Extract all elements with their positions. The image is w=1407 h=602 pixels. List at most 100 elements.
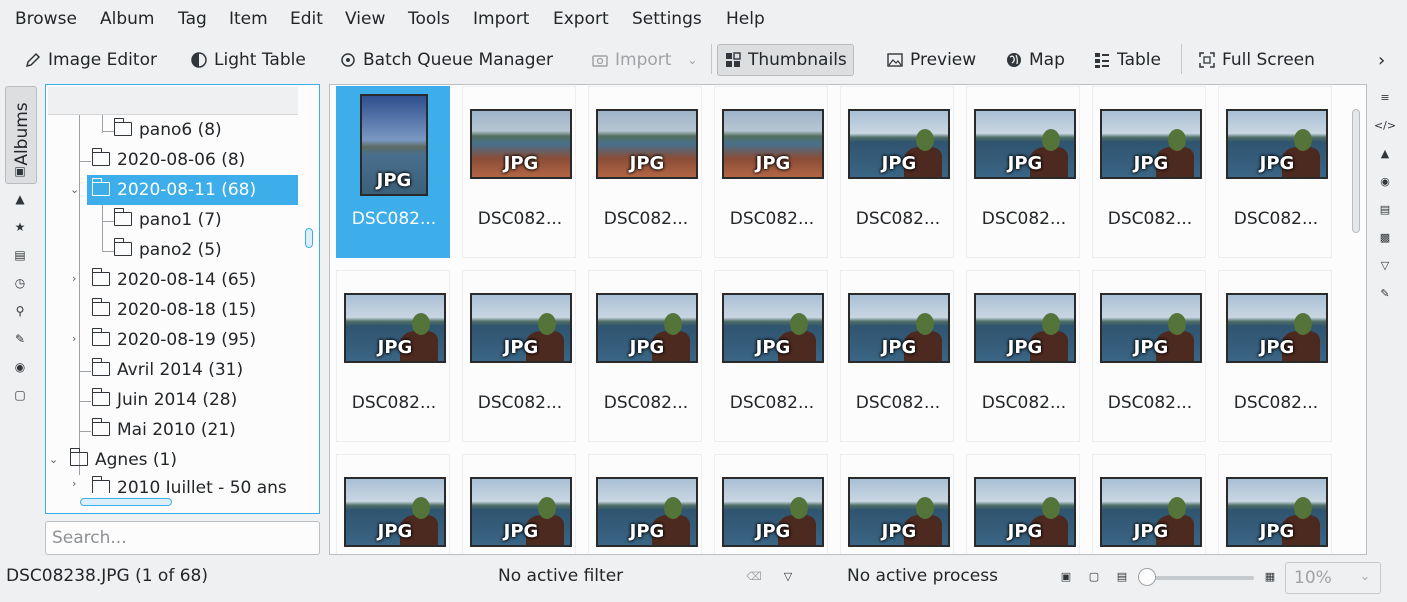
thumbnail-item[interactable]: JPG DSC082...: [1092, 270, 1206, 442]
thumbnails-button[interactable]: Thumbnails: [717, 44, 854, 76]
thumbnail-item[interactable]: JPG DSC082...: [336, 270, 450, 442]
menu-export[interactable]: Export: [553, 9, 609, 29]
search-icon[interactable]: ⚲: [13, 304, 27, 318]
light-table-button[interactable]: Light Table: [184, 44, 312, 76]
captions-icon[interactable]: ▤: [1378, 202, 1392, 216]
batch-queue-manager-button[interactable]: Batch Queue Manager: [333, 44, 559, 76]
tree-item-pano2[interactable]: pano2 (5): [113, 235, 222, 265]
zoom-actual-icon[interactable]: ▢: [1087, 569, 1101, 583]
chevron-right-icon[interactable]: ›: [72, 272, 76, 285]
thumbnail-item[interactable]: JPG DSC082...: [714, 86, 828, 258]
thumbnail-item[interactable]: JPG: [714, 454, 828, 554]
star-icon[interactable]: ★: [13, 220, 27, 234]
tools-icon[interactable]: ✎: [1378, 286, 1392, 300]
menu-album[interactable]: Album: [100, 9, 154, 29]
fuzzy-search-icon[interactable]: ✎: [13, 332, 27, 346]
thumbnail-item[interactable]: JPG: [840, 454, 954, 554]
thumbnail-item[interactable]: JPG DSC082...: [1218, 86, 1332, 258]
thumbnail-item[interactable]: JPG DSC082...: [588, 270, 702, 442]
filter-icon[interactable]: ▽: [781, 569, 795, 583]
menu-tools[interactable]: Tools: [408, 9, 450, 29]
properties-icon[interactable]: ≡: [1378, 90, 1392, 104]
thumbnail-item[interactable]: JPG DSC082...: [966, 270, 1080, 442]
labels-icon[interactable]: ▤: [13, 248, 27, 262]
tree-item-2020-08-14[interactable]: 2020-08-14 (65): [91, 265, 256, 295]
zoom-slider-handle[interactable]: [1138, 568, 1156, 586]
chevron-right-icon[interactable]: ›: [72, 332, 76, 345]
table-button[interactable]: Table: [1087, 44, 1167, 76]
tree-item-avril-2014[interactable]: Avril 2014 (31): [91, 355, 243, 385]
metadata-icon[interactable]: </>: [1374, 118, 1396, 132]
tree-item-2020-08-06[interactable]: 2020-08-06 (8): [91, 145, 245, 175]
zoom-level-select[interactable]: 10% ⌄: [1285, 562, 1381, 594]
menu-edit[interactable]: Edit: [290, 9, 323, 29]
tree-horizontal-scrollbar[interactable]: [80, 498, 172, 506]
tree-item-pano6[interactable]: pano6 (8): [113, 115, 222, 145]
thumbnail-item[interactable]: JPG: [966, 454, 1080, 554]
zoom-slider-track[interactable]: [1146, 576, 1254, 580]
thumbnail-item[interactable]: JPG DSC082...: [462, 270, 576, 442]
tree-item-juin-2014[interactable]: Juin 2014 (28): [91, 385, 238, 415]
zoom-in-icon[interactable]: ▦: [1263, 569, 1277, 583]
zoom-fit-icon[interactable]: ▣: [1059, 569, 1073, 583]
thumbnail-item[interactable]: JPG DSC082...: [1092, 86, 1206, 258]
tree-item-2020-08-18[interactable]: 2020-08-18 (15): [91, 295, 256, 325]
timeline-icon[interactable]: ◷: [13, 276, 27, 290]
menu-item[interactable]: Item: [229, 9, 268, 29]
chevron-down-icon[interactable]: ⌄: [49, 453, 58, 466]
tree-item-2010-juillet[interactable]: 2010 Juillet - 50 ans: [91, 473, 287, 493]
thumbnail-item[interactable]: JPG DSC082...: [1218, 270, 1332, 442]
thumbnail-filename: DSC082...: [981, 393, 1067, 413]
thumbnail-item[interactable]: JPG DSC082...: [336, 86, 450, 258]
album-search-input[interactable]: [45, 521, 320, 555]
toolbar-overflow-button[interactable]: ›: [1372, 44, 1391, 76]
thumbnail-item[interactable]: JPG DSC082...: [462, 86, 576, 258]
colors-icon[interactable]: ▲: [1378, 146, 1392, 160]
thumbnail-item[interactable]: JPG DSC082...: [588, 86, 702, 258]
people-icon[interactable]: ▢: [13, 388, 27, 402]
thumbnail-item[interactable]: JPG: [336, 454, 450, 554]
tree-item-2020-08-19[interactable]: 2020-08-19 (95): [91, 325, 256, 355]
menu-browse[interactable]: Browse: [15, 9, 77, 29]
menu-tag[interactable]: Tag: [178, 9, 207, 29]
thumbnail-filename: DSC082...: [351, 393, 437, 413]
filter-icon[interactable]: ▽: [1378, 258, 1392, 272]
tree-guide: [102, 221, 114, 222]
menu-import[interactable]: Import: [473, 9, 529, 29]
menu-help[interactable]: Help: [726, 9, 765, 29]
tag-icon[interactable]: ▲: [13, 192, 27, 206]
globe-icon[interactable]: ◉: [1378, 174, 1392, 188]
map-button[interactable]: Map: [999, 44, 1071, 76]
menu-settings[interactable]: Settings: [632, 9, 702, 29]
tree-item-2020-08-11[interactable]: 2020-08-11 (68): [87, 175, 298, 205]
zoom-out-icon[interactable]: ▤: [1115, 569, 1129, 583]
import-button[interactable]: Import ⌄: [585, 44, 703, 76]
thumbnail-item[interactable]: JPG: [588, 454, 702, 554]
grid-vertical-scrollbar[interactable]: [1352, 109, 1360, 233]
thumbnail-item[interactable]: JPG DSC082...: [840, 270, 954, 442]
chevron-down-icon[interactable]: ⌄: [70, 183, 79, 196]
tree-item-label: Juin 2014 (28): [117, 390, 238, 410]
thumbnail-item[interactable]: JPG: [1092, 454, 1206, 554]
thumbnail-item[interactable]: JPG: [1218, 454, 1332, 554]
globe-icon[interactable]: ◉: [13, 360, 27, 374]
thumbnail-item[interactable]: JPG DSC082...: [840, 86, 954, 258]
thumbnail-item[interactable]: JPG DSC082...: [966, 86, 1080, 258]
tree-vertical-scrollbar[interactable]: [305, 228, 313, 248]
full-screen-button[interactable]: Full Screen: [1192, 44, 1321, 76]
file-type-badge: JPG: [1259, 153, 1295, 174]
versions-icon[interactable]: ▩: [1378, 230, 1392, 244]
preview-button[interactable]: Preview: [880, 44, 982, 76]
tree-guide: [102, 131, 114, 132]
trash-icon[interactable]: ⌫: [746, 569, 762, 583]
menu-view[interactable]: View: [345, 9, 385, 29]
tree-item-pano1[interactable]: pano1 (7): [113, 205, 222, 235]
image-icon[interactable]: ▣: [13, 164, 27, 178]
thumbnail-item[interactable]: JPG: [462, 454, 576, 554]
tree-item-agnes[interactable]: Agnes (1): [69, 445, 177, 475]
thumbnail-item[interactable]: JPG DSC082...: [714, 270, 828, 442]
main-toolbar: Image Editor Light Table Batch Queue Man…: [0, 40, 1407, 80]
chevron-right-icon[interactable]: ›: [72, 477, 76, 490]
tree-item-mai-2010[interactable]: Mai 2010 (21): [91, 415, 236, 445]
image-editor-button[interactable]: Image Editor: [18, 44, 163, 76]
